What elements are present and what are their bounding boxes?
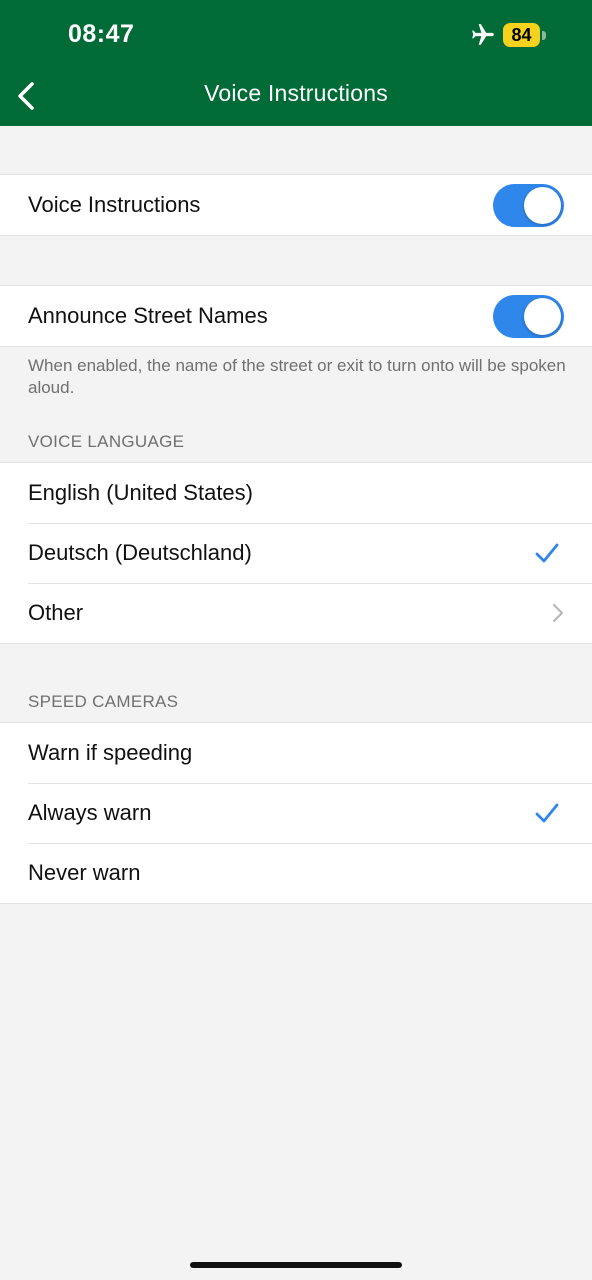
voice-instructions-row: Voice Instructions: [0, 175, 592, 235]
speed-camera-option-never-warn[interactable]: Never warn: [0, 843, 592, 903]
list-item-label: Never warn: [28, 860, 141, 885]
list-item-label: Other: [28, 600, 84, 625]
toggle-knob: [524, 297, 561, 335]
announce-street-names-toggle[interactable]: [493, 294, 564, 338]
page-title: Voice Instructions: [204, 80, 388, 106]
voice-language-group: English (United States) Deutsch (Deutsch…: [0, 462, 592, 644]
voice-instructions-toggle[interactable]: [493, 183, 564, 227]
list-item-label: English (United States): [28, 480, 253, 505]
voice-instructions-group: Voice Instructions: [0, 174, 592, 236]
home-indicator: [190, 1262, 402, 1268]
navigation-header: 08:47 84 Voice Instructions: [0, 0, 592, 126]
battery-level: 84: [511, 24, 532, 45]
speed-camera-option-warn-if-speeding[interactable]: Warn if speeding: [0, 723, 592, 783]
checkmark-icon: [535, 803, 559, 823]
language-option-deutsch[interactable]: Deutsch (Deutschland): [0, 523, 592, 583]
airplane-icon: [472, 24, 494, 45]
battery-icon: 84: [503, 23, 540, 47]
announce-street-names-footer: When enabled, the name of the street or …: [28, 356, 566, 397]
chevron-right-icon: [552, 603, 564, 623]
announce-street-names-row: Announce Street Names: [0, 286, 592, 346]
list-item-label: Warn if speeding: [28, 740, 193, 765]
language-option-other[interactable]: Other: [0, 583, 592, 643]
speed-cameras-header: SPEED CAMERAS: [28, 692, 179, 711]
speed-camera-option-always-warn[interactable]: Always warn: [0, 783, 592, 843]
status-time: 08:47: [68, 20, 135, 48]
list-item-label: Always warn: [28, 800, 152, 825]
language-option-english[interactable]: English (United States): [0, 463, 592, 523]
battery-tip: [542, 31, 546, 40]
announce-street-names-group: Announce Street Names: [0, 285, 592, 347]
speed-cameras-group: Warn if speeding Always warn Never warn: [0, 722, 592, 904]
list-item-label: Deutsch (Deutschland): [28, 540, 252, 565]
announce-street-names-label: Announce Street Names: [28, 303, 268, 328]
voice-language-header: VOICE LANGUAGE: [28, 432, 185, 451]
toggle-knob: [524, 186, 561, 224]
voice-instructions-label: Voice Instructions: [28, 192, 201, 217]
checkmark-icon: [535, 543, 559, 563]
